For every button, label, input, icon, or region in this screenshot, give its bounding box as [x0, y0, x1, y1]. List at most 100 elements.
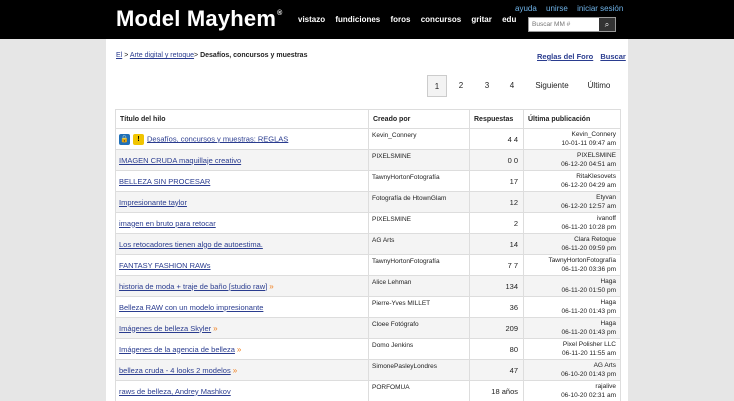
- last-post-date: 06-11-20 01:50 pm: [561, 287, 616, 294]
- thread-author[interactable]: PIXELSMINE: [368, 149, 470, 171]
- thread-author[interactable]: AG Arts: [368, 233, 470, 255]
- thread-row: 🔒! Desafíos, concursos y muestras: REGLAS…: [115, 128, 621, 150]
- col-title[interactable]: Título del hilo: [115, 109, 369, 129]
- last-post-user[interactable]: Haga: [527, 298, 616, 307]
- last-post-user[interactable]: Kevin_Connery: [527, 130, 616, 139]
- last-post-user[interactable]: Pixel Polisher LLC: [527, 340, 616, 349]
- thread-author[interactable]: Kevin_Connery: [368, 128, 470, 150]
- site-logo[interactable]: Model Mayhem®: [116, 6, 282, 32]
- thread-title-link[interactable]: IMAGEN CRUDA maquillaje creativo: [119, 156, 241, 165]
- more-pages-icon[interactable]: »: [213, 324, 217, 333]
- thread-author[interactable]: Domo Jenkins: [368, 338, 470, 360]
- thread-title-cell: Los retocadores tienen algo de autoestim…: [115, 233, 369, 255]
- thread-last-post: Kevin_Connery 10-01-11 09:47 am: [523, 128, 621, 150]
- thread-author[interactable]: SimonePasleyLondres: [368, 359, 470, 381]
- nav-foros[interactable]: foros: [390, 15, 410, 24]
- thread-title-link[interactable]: Belleza RAW con un modelo impresionante: [119, 303, 263, 312]
- thread-title-link[interactable]: Desafíos, concursos y muestras: REGLAS: [147, 134, 288, 143]
- thread-last-post: Clara Retoque 06-11-20 09:59 pm: [523, 233, 621, 255]
- thread-title-link[interactable]: Impresionante taylor: [119, 198, 187, 207]
- thread-title-cell: historia de moda + traje de baño [studio…: [115, 275, 369, 297]
- thread-row: raws de belleza, Andrey Mashkov PORFOMUA 1…: [115, 380, 621, 401]
- thread-title-link[interactable]: historia de moda + traje de baño [studio…: [119, 282, 267, 291]
- thread-author[interactable]: Cloee Fotógrafo: [368, 317, 470, 339]
- last-post-date: 06-11-20 11:55 am: [562, 350, 616, 357]
- thread-last-post: TawnyHortonFotografía 06-11-20 03:36 pm: [523, 254, 621, 276]
- nav-fundiciones[interactable]: fundiciones: [335, 15, 380, 24]
- col-replies[interactable]: Respuestas: [469, 109, 524, 129]
- thread-row: FANTASY FASHION RAWs TawnyHortonFotografí…: [115, 254, 621, 276]
- breadcrumb-root[interactable]: El: [116, 52, 122, 59]
- last-post-user[interactable]: ivanoff: [527, 214, 616, 223]
- last-post-user[interactable]: Haga: [527, 319, 616, 328]
- last-post-user[interactable]: RitaKlesovets: [527, 172, 616, 181]
- more-pages-icon[interactable]: »: [269, 282, 273, 291]
- thread-title-link[interactable]: FANTASY FASHION RAWs: [119, 261, 211, 270]
- forum-rules-link[interactable]: Reglas del Foro: [537, 52, 593, 61]
- last-post-user[interactable]: Haga: [527, 277, 616, 286]
- thread-row: Belleza RAW con un modelo impresionante P…: [115, 296, 621, 318]
- search-input[interactable]: [529, 18, 597, 31]
- thread-title-link[interactable]: belleza cruda - 4 looks 2 modelos: [119, 366, 231, 375]
- thread-row: Imágenes de belleza Skyler» Cloee Fotógra…: [115, 317, 621, 339]
- last-page-link[interactable]: Último: [584, 75, 614, 97]
- thread-row: Impresionante taylor Fotografía de HtownG…: [115, 191, 621, 213]
- thread-replies: 80: [469, 338, 524, 360]
- thread-author[interactable]: PORFOMUA: [368, 380, 470, 401]
- thread-title-cell: raws de belleza, Andrey Mashkov: [115, 380, 369, 401]
- login-link[interactable]: iniciar sesión: [577, 4, 623, 13]
- thread-replies: 7 7: [469, 254, 524, 276]
- page-1[interactable]: 1: [427, 75, 447, 97]
- thread-title-cell: Belleza RAW con un modelo impresionante: [115, 296, 369, 318]
- more-pages-icon[interactable]: »: [233, 366, 237, 375]
- thread-title-cell: Imágenes de la agencia de belleza»: [115, 338, 369, 360]
- join-link[interactable]: unirse: [546, 4, 568, 13]
- forum-search-link[interactable]: Buscar: [600, 52, 625, 61]
- breadcrumb-section[interactable]: Arte digital y retoque: [130, 52, 194, 59]
- last-post-user[interactable]: AG Arts: [527, 361, 616, 370]
- thread-title-cell: Imágenes de belleza Skyler»: [115, 317, 369, 339]
- thread-title-link[interactable]: imagen en bruto para retocar: [119, 219, 216, 228]
- search-button[interactable]: ⌕: [599, 18, 615, 31]
- thread-author[interactable]: TawnyHortonFotografía: [368, 254, 470, 276]
- nav-vistazo[interactable]: vistazo: [298, 15, 325, 24]
- page-4[interactable]: 4: [505, 75, 519, 97]
- nav-edu[interactable]: edu: [502, 15, 516, 24]
- thread-title-link[interactable]: Imágenes de la agencia de belleza: [119, 345, 235, 354]
- thread-author[interactable]: Alice Lehman: [368, 275, 470, 297]
- thread-title-link[interactable]: Imágenes de belleza Skyler: [119, 324, 211, 333]
- search-box: ⌕: [528, 17, 616, 32]
- last-post-user[interactable]: TawnyHortonFotografía: [527, 256, 616, 265]
- nav-gritar[interactable]: gritar: [471, 15, 491, 24]
- thread-table: Título del hilo Creado por Respuestas Úl…: [115, 109, 621, 401]
- help-link[interactable]: ayuda: [515, 4, 537, 13]
- thread-title-link[interactable]: BELLEZA SIN PROCESAR: [119, 177, 210, 186]
- col-last[interactable]: Última publicación: [523, 109, 621, 129]
- last-post-date: 06-11-20 01:43 pm: [561, 329, 616, 336]
- thread-author[interactable]: PIXELSMINE: [368, 212, 470, 234]
- last-post-date: 06-10-20 01:43 pm: [561, 371, 616, 378]
- col-by[interactable]: Creado por: [368, 109, 470, 129]
- last-post-date: 06-11-20 09:59 pm: [561, 245, 616, 252]
- last-post-user[interactable]: Etyvan: [527, 193, 616, 202]
- thread-row: BELLEZA SIN PROCESAR TawnyHortonFotografí…: [115, 170, 621, 192]
- page-3[interactable]: 3: [480, 75, 494, 97]
- nav-concursos[interactable]: concursos: [421, 15, 461, 24]
- thread-author[interactable]: Pierre-Yves MILLET: [368, 296, 470, 318]
- thread-title-cell: FANTASY FASHION RAWs: [115, 254, 369, 276]
- next-page-link[interactable]: Siguiente: [532, 75, 572, 97]
- sticky-icon: !: [133, 133, 144, 145]
- thread-author[interactable]: TawnyHortonFotografía: [368, 170, 470, 192]
- thread-title-cell: belleza cruda - 4 looks 2 modelos»: [115, 359, 369, 381]
- last-post-user[interactable]: Clara Retoque: [527, 235, 616, 244]
- forum-links: Reglas del Foro Buscar: [532, 52, 626, 61]
- thread-author[interactable]: Fotografía de HtownGlam: [368, 191, 470, 213]
- page-2[interactable]: 2: [454, 75, 468, 97]
- thread-title-link[interactable]: raws de belleza, Andrey Mashkov: [119, 387, 231, 396]
- last-post-user[interactable]: rajalive: [527, 382, 616, 391]
- breadcrumb-current: Desafíos, concursos y muestras: [200, 52, 308, 59]
- last-post-user[interactable]: PIXELSMINE: [527, 151, 616, 160]
- more-pages-icon[interactable]: »: [237, 345, 241, 354]
- thread-title-link[interactable]: Los retocadores tienen algo de autoestim…: [119, 240, 263, 249]
- top-bar: Model Mayhem® vistazo fundiciones foros …: [0, 0, 734, 39]
